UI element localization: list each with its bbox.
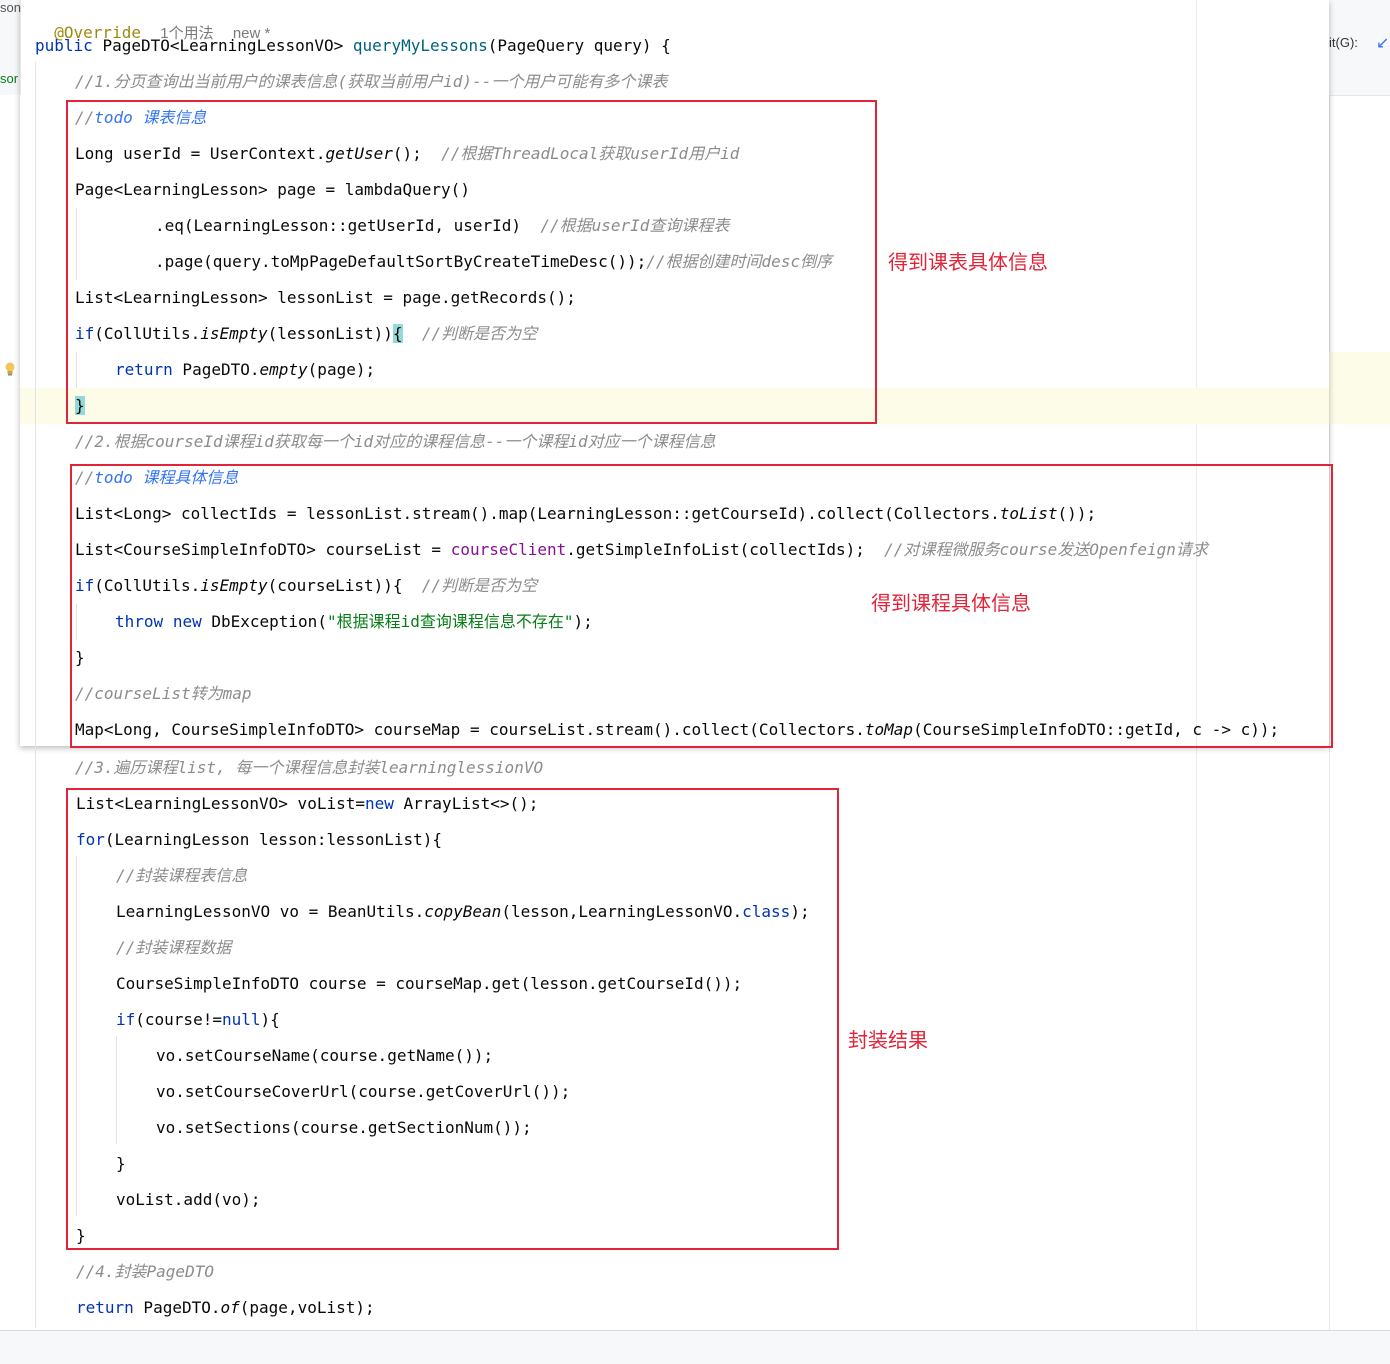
annotation-label-1: 得到课表具体信息 xyxy=(888,250,1048,274)
annotation-label-2: 得到课程具体信息 xyxy=(871,591,1031,615)
annotation-box-1 xyxy=(66,100,877,424)
comment-step4: //4.封装PageDTO xyxy=(76,1262,214,1281)
indent-guide xyxy=(35,62,36,1328)
right-editor-area xyxy=(1329,0,1390,1330)
comment-step3: //3.遍历课程list, 每一个课程信息封装learninglessionVO xyxy=(75,758,544,777)
left-panel-label-green: sor xyxy=(0,71,19,86)
left-panel-label: son xyxy=(0,0,21,15)
lightbulb-icon[interactable] xyxy=(4,362,16,376)
status-bar xyxy=(0,1330,1390,1364)
method-name[interactable]: queryMyLessons xyxy=(353,36,488,55)
method-params: (PageQuery query) { xyxy=(487,36,671,55)
code-line: @Override 1个用法 new * xyxy=(35,0,270,42)
return-type: PageDTO<LearningLessonVO> xyxy=(102,36,344,55)
right-toolbar-label[interactable]: it(G): xyxy=(1329,35,1358,50)
annotation-box-3 xyxy=(66,788,839,1250)
code: PageDTO. xyxy=(133,1298,221,1317)
caret-line-highlight-right xyxy=(1329,352,1390,388)
arrow-icon[interactable]: ↙ xyxy=(1376,33,1389,52)
keyword: return xyxy=(76,1298,134,1317)
static-method: of xyxy=(220,1298,240,1317)
comment-step1: //1.分页查询出当前用户的课表信息(获取当前用户id)--一个用户可能有多个课… xyxy=(75,72,668,91)
comment-step2: //2.根据courseId课程id获取每一个id对应的课程信息--一个课程id… xyxy=(75,432,716,451)
code-line-return-final: return PageDTO.of(page,voList); xyxy=(76,1297,375,1319)
annotation-label-3: 封装结果 xyxy=(848,1028,928,1052)
code: (page,voList); xyxy=(239,1298,375,1317)
keyword: public xyxy=(35,36,93,55)
method-signature: public PageDTO<LearningLessonVO> queryMy… xyxy=(35,35,671,57)
annotation-box-2 xyxy=(70,464,1333,748)
